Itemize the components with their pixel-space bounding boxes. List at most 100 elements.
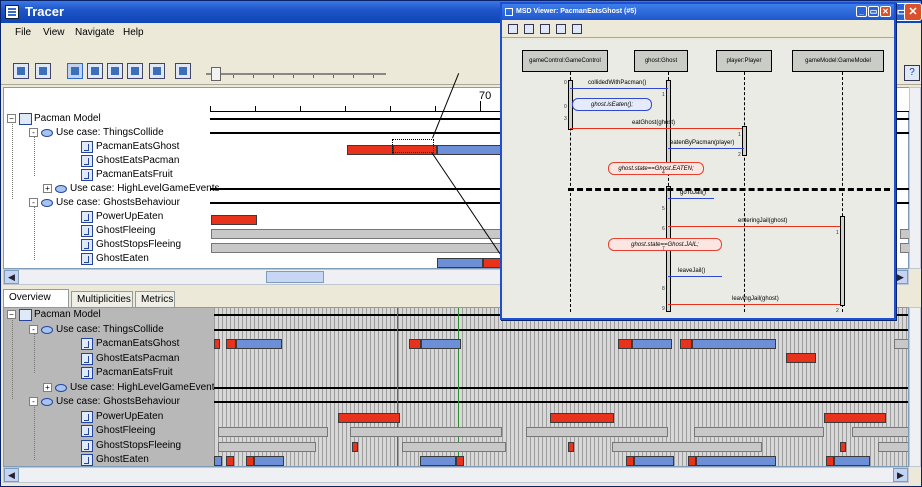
timeline-bar[interactable] <box>550 413 614 423</box>
filter-icon[interactable] <box>127 63 143 79</box>
menu-view[interactable]: View <box>43 27 65 38</box>
timeline-bar[interactable] <box>680 339 692 349</box>
tree-root[interactable]: − Pacman Model <box>4 112 210 126</box>
minimize-button[interactable]: _ <box>856 6 867 17</box>
timeline-bar[interactable] <box>618 339 632 349</box>
timeline-bar[interactable] <box>894 339 908 349</box>
message-label[interactable]: leavingJail(ghost) <box>732 296 779 302</box>
timeline-bar[interactable] <box>211 215 257 225</box>
state-condition[interactable]: ghost.state==Ghost.EATEN; <box>608 162 704 175</box>
tree-item[interactable]: - Use case: ThingsCollide <box>4 323 214 337</box>
lifeline-head[interactable]: ghost:Ghost <box>634 50 688 72</box>
menu-navigate[interactable]: Navigate <box>75 27 114 38</box>
help-icon[interactable]: ? <box>904 65 920 81</box>
timeline-bar[interactable] <box>878 442 908 452</box>
state-condition[interactable]: ghost.isEaten(); <box>572 98 652 111</box>
tree-item[interactable]: + Use case: HighLevelGameEvents <box>4 381 220 395</box>
layout-view-icon[interactable] <box>67 63 83 79</box>
message-label[interactable]: enteringJail(ghost) <box>738 218 787 224</box>
message-label[interactable]: leaveJail() <box>678 268 705 274</box>
timeline-bar[interactable] <box>696 456 776 466</box>
timeline-bar[interactable] <box>352 442 358 452</box>
collapse-icon[interactable] <box>572 24 582 34</box>
tab-metrics[interactable]: Metrics <box>135 291 175 307</box>
timeline-bar[interactable] <box>632 339 672 349</box>
scroll-thumb[interactable] <box>266 271 324 283</box>
tree-item[interactable]: GhostEaten <box>4 453 214 466</box>
timeline-bar[interactable] <box>626 456 634 466</box>
timeline-bar[interactable] <box>214 339 220 349</box>
tree-item[interactable]: GhostEatsPacman <box>4 352 214 366</box>
tree-item[interactable]: - Use case: GhostsBehaviour <box>4 395 214 409</box>
time-marker[interactable] <box>397 308 398 466</box>
timeline-bar[interactable] <box>226 339 236 349</box>
message-label[interactable]: goToJail() <box>680 190 706 196</box>
open-trace-icon[interactable] <box>35 63 51 79</box>
tree-item[interactable]: PacmanEatsFruit <box>4 366 214 380</box>
maximize-button[interactable]: ▭ <box>868 6 879 17</box>
step-down-icon[interactable] <box>556 24 566 34</box>
lifeline-head[interactable]: gameControl:GameControl <box>522 50 608 72</box>
timeline-bar[interactable] <box>852 427 908 437</box>
timeline-bar[interactable] <box>211 229 505 239</box>
timeline-bar[interactable] <box>826 456 834 466</box>
message-arrow[interactable] <box>570 88 668 89</box>
lifeline-head[interactable]: player:Player <box>716 50 772 72</box>
overview-timeline[interactable] <box>214 308 908 466</box>
timeline-bar[interactable] <box>694 427 824 437</box>
menu-file[interactable]: File <box>15 27 31 38</box>
message-label[interactable]: eatenByPacman(player) <box>670 140 734 146</box>
timeline-bar[interactable] <box>824 413 886 423</box>
timeline-bar[interactable] <box>840 442 846 452</box>
horizontal-scrollbar[interactable]: ◀ ▶ <box>3 467 909 483</box>
message-arrow[interactable] <box>668 198 714 199</box>
timeline-bar[interactable] <box>612 442 762 452</box>
message-arrow[interactable] <box>668 304 840 305</box>
close-button[interactable]: ✕ <box>880 6 891 17</box>
expand-icon[interactable]: + <box>43 383 52 392</box>
timeline-bar[interactable] <box>409 339 421 349</box>
tree-root[interactable]: − Pacman Model <box>4 308 214 322</box>
timeline-bar[interactable] <box>437 145 505 155</box>
timeline-bar[interactable] <box>456 456 464 466</box>
timeline-bar[interactable] <box>688 456 696 466</box>
tab-overview[interactable]: Overview <box>3 289 69 307</box>
timeline-bar[interactable] <box>214 456 222 466</box>
timeline-bar[interactable] <box>236 339 282 349</box>
timeline-bar[interactable] <box>786 353 816 363</box>
timeline-bar[interactable] <box>568 442 574 452</box>
message-arrow[interactable] <box>668 276 722 277</box>
table-view-icon[interactable] <box>107 63 123 79</box>
timeline-bar[interactable] <box>420 456 456 466</box>
message-arrow[interactable] <box>570 128 742 129</box>
tree-item[interactable]: GhostFleeing <box>4 424 214 438</box>
menu-help[interactable]: Help <box>123 27 144 38</box>
scroll-right-icon[interactable]: ▶ <box>893 468 908 482</box>
lifeline-head[interactable]: gameModel:GameModel <box>792 50 884 72</box>
msd-title-bar[interactable]: MSD Viewer: PacmanEatsGhost (#5) _ ▭ ✕ <box>502 4 894 20</box>
timeline-bar[interactable] <box>437 258 483 268</box>
close-button[interactable]: ✕ <box>904 3 922 21</box>
zoom-region-icon[interactable] <box>524 24 534 34</box>
vertical-scrollbar[interactable] <box>909 307 921 467</box>
message-arrow[interactable] <box>668 148 744 149</box>
timeline-bar[interactable] <box>692 339 776 349</box>
timeline-bar[interactable] <box>218 442 316 452</box>
tree-item[interactable]: + Use case: HighLevelGameEvents <box>4 182 220 196</box>
timeline-bar[interactable] <box>211 243 505 253</box>
timeline-bar[interactable] <box>350 427 502 437</box>
vertical-scrollbar[interactable] <box>909 87 921 269</box>
timeline-bar[interactable] <box>834 456 870 466</box>
timeline-bar[interactable] <box>338 413 400 423</box>
scroll-left-icon[interactable]: ◀ <box>4 468 19 482</box>
step-up-icon[interactable] <box>540 24 550 34</box>
expand-icon[interactable]: + <box>43 184 52 193</box>
zoom-slider-thumb[interactable] <box>211 67 221 81</box>
timeline-bar[interactable] <box>526 427 668 437</box>
tab-multiplicities[interactable]: Multiplicities <box>71 291 133 307</box>
timeline-bar[interactable] <box>634 456 674 466</box>
timeline-bar[interactable] <box>226 456 234 466</box>
text-view-icon[interactable] <box>149 63 165 79</box>
timeline-bar[interactable] <box>246 456 254 466</box>
timeline-bar[interactable] <box>218 427 328 437</box>
